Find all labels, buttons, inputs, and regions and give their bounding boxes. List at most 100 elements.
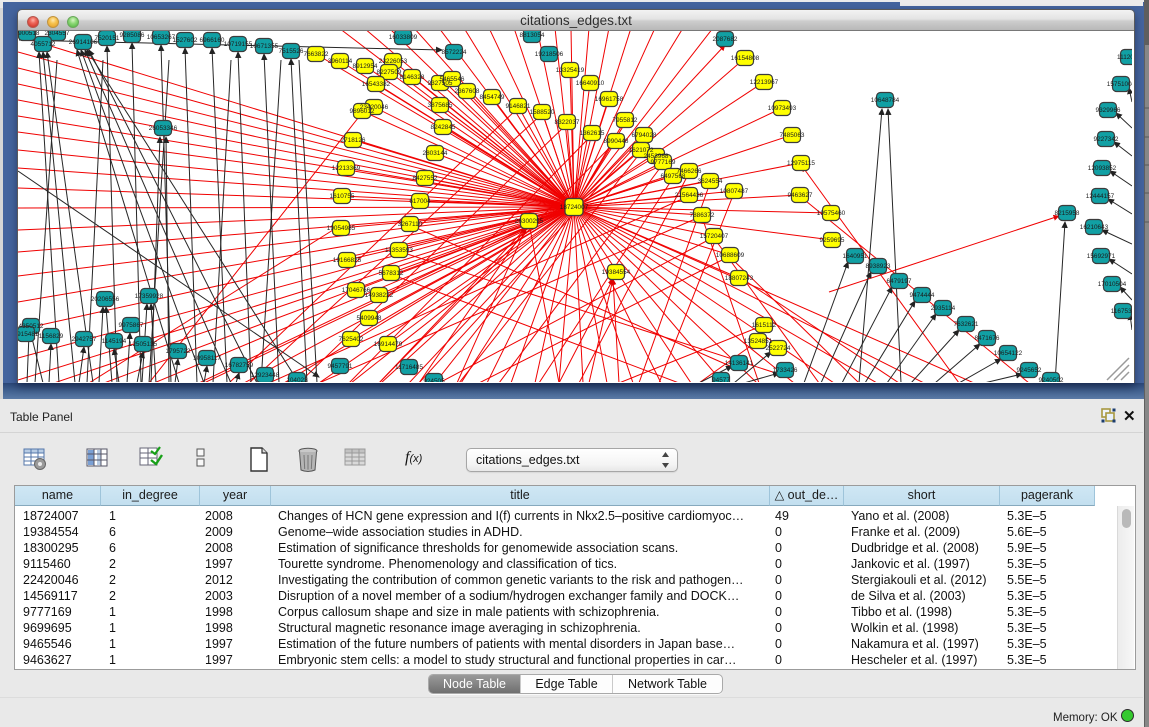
svg-text:12505135: 12505135 [129, 341, 158, 348]
svg-text:10654122: 10654122 [994, 350, 1023, 357]
svg-text:8322037: 8322037 [555, 119, 580, 126]
svg-text:9474444: 9474444 [910, 292, 935, 299]
svg-text:2087682: 2087682 [713, 36, 738, 43]
svg-text:2803144: 2803144 [423, 150, 448, 157]
svg-text:10807487: 10807487 [720, 188, 749, 195]
svg-text:12444157: 12444157 [1086, 193, 1115, 200]
svg-text:12213369: 12213369 [332, 165, 361, 172]
svg-text:7515526: 7515526 [279, 48, 304, 55]
svg-text:26914106: 26914106 [69, 39, 98, 46]
svg-text:8813054: 8813054 [520, 32, 545, 39]
svg-text:16640910: 16640910 [576, 80, 605, 87]
svg-text:18807243: 18807243 [725, 275, 754, 282]
svg-text:21564436: 21564436 [675, 192, 704, 199]
svg-text:94577: 94577 [712, 377, 730, 382]
svg-text:26300295: 26300295 [515, 218, 544, 225]
svg-text:8146328: 8146328 [400, 74, 425, 81]
svg-text:8227509: 8227509 [377, 69, 402, 76]
svg-text:617004: 617004 [409, 198, 431, 205]
svg-text:7632621: 7632621 [954, 321, 979, 328]
svg-text:16961758: 16961758 [595, 96, 624, 103]
svg-text:19054985: 19054985 [327, 225, 356, 232]
svg-text:12975115: 12975115 [787, 160, 815, 167]
svg-text:5678312: 5678312 [379, 270, 404, 277]
svg-text:10653267: 10653267 [147, 34, 176, 41]
svg-text:7663822: 7663822 [304, 51, 329, 58]
svg-text:9227342: 9227342 [1094, 136, 1119, 143]
svg-text:13325419: 13325419 [556, 67, 585, 74]
svg-text:7485063: 7485063 [780, 132, 805, 139]
svg-text:15720407: 15720407 [700, 233, 729, 240]
svg-text:4350512: 4350512 [19, 323, 44, 330]
svg-text:9329966: 9329966 [1096, 107, 1121, 114]
svg-text:18724007: 18724007 [560, 204, 589, 211]
svg-text:2935114: 2935114 [931, 305, 956, 312]
svg-text:11353593: 11353593 [385, 247, 413, 254]
svg-text:3624554: 3624554 [698, 178, 723, 185]
svg-text:10719155: 10719155 [224, 41, 253, 48]
svg-text:104023: 104023 [286, 377, 308, 382]
svg-text:16782759: 16782759 [225, 362, 254, 369]
svg-text:8990448: 8990448 [604, 138, 629, 145]
svg-text:8454749: 8454749 [480, 94, 505, 101]
svg-text:1640951: 1640951 [843, 253, 868, 260]
svg-text:10648784: 10648784 [871, 97, 900, 104]
svg-text:9240502: 9240502 [1039, 377, 1064, 382]
svg-text:13524851: 13524851 [744, 338, 773, 345]
svg-text:6794028: 6794028 [632, 132, 657, 139]
svg-text:16210643: 16210643 [1080, 224, 1109, 231]
svg-text:7466266: 7466266 [677, 168, 702, 175]
svg-text:16033809: 16033809 [389, 34, 418, 41]
svg-text:19218506: 19218506 [535, 51, 564, 58]
svg-text:8471676: 8471676 [975, 335, 1000, 342]
svg-text:3960114: 3960114 [328, 58, 353, 65]
svg-text:16543382: 16543382 [362, 81, 391, 88]
svg-text:1362615: 1362615 [580, 130, 605, 137]
svg-text:16914479: 16914479 [374, 341, 403, 348]
svg-text:9245652: 9245652 [1017, 367, 1042, 374]
svg-text:9259695: 9259695 [820, 237, 845, 244]
svg-text:19575460: 19575460 [817, 210, 846, 217]
svg-text:1588520: 1588520 [530, 109, 555, 116]
svg-text:9285086: 9285086 [120, 32, 145, 39]
svg-text:14938222: 14938222 [365, 292, 394, 299]
svg-text:7625402: 7625402 [339, 336, 364, 343]
svg-text:924505: 924505 [423, 378, 445, 382]
svg-text:3875685: 3875685 [428, 102, 453, 109]
svg-text:1615112: 1615112 [752, 322, 777, 329]
svg-text:1167533: 1167533 [1111, 308, 1132, 315]
svg-text:16154808: 16154808 [731, 55, 760, 62]
svg-text:4055712: 4055712 [31, 41, 56, 48]
svg-text:23226053: 23226053 [379, 58, 408, 65]
svg-text:3915481: 3915481 [18, 331, 39, 338]
svg-text:10688609: 10688609 [716, 252, 745, 259]
svg-text:7520151: 7520151 [95, 35, 120, 42]
svg-text:17010504: 17010504 [1098, 281, 1127, 288]
svg-text:1112045: 1112045 [1117, 54, 1132, 61]
svg-text:15692971: 15692971 [1087, 253, 1116, 260]
svg-text:2718126: 2718126 [341, 137, 366, 144]
svg-text:12923448: 12923448 [251, 372, 280, 379]
svg-text:7955812: 7955812 [613, 117, 638, 124]
svg-text:8912954: 8912954 [353, 63, 378, 70]
svg-text:17359928: 17359928 [135, 293, 164, 300]
svg-text:9896012: 9896012 [350, 108, 375, 115]
svg-text:1733426: 1733426 [773, 367, 798, 374]
svg-text:20206556: 20206556 [91, 296, 120, 303]
svg-text:2367608: 2367608 [455, 88, 480, 95]
svg-text:9146821: 9146821 [506, 103, 531, 110]
svg-text:26053346: 26053346 [149, 125, 178, 132]
svg-text:5409948: 5409948 [357, 315, 382, 322]
svg-text:8242845: 8242845 [431, 124, 456, 131]
svg-text:19384554: 19384554 [602, 269, 631, 276]
svg-text:3267110: 3267110 [398, 221, 423, 228]
svg-text:11716485: 11716485 [395, 364, 423, 371]
svg-text:1527602: 1527602 [173, 37, 198, 44]
svg-text:12213967: 12213967 [750, 79, 779, 86]
svg-text:7886372: 7886372 [690, 212, 715, 219]
svg-text:8572224: 8572224 [442, 49, 467, 56]
svg-text:1145194: 1145194 [102, 338, 127, 345]
svg-text:10973493: 10973493 [768, 105, 797, 112]
svg-text:2304557: 2304557 [45, 31, 70, 37]
svg-text:1795722: 1795722 [166, 348, 191, 355]
